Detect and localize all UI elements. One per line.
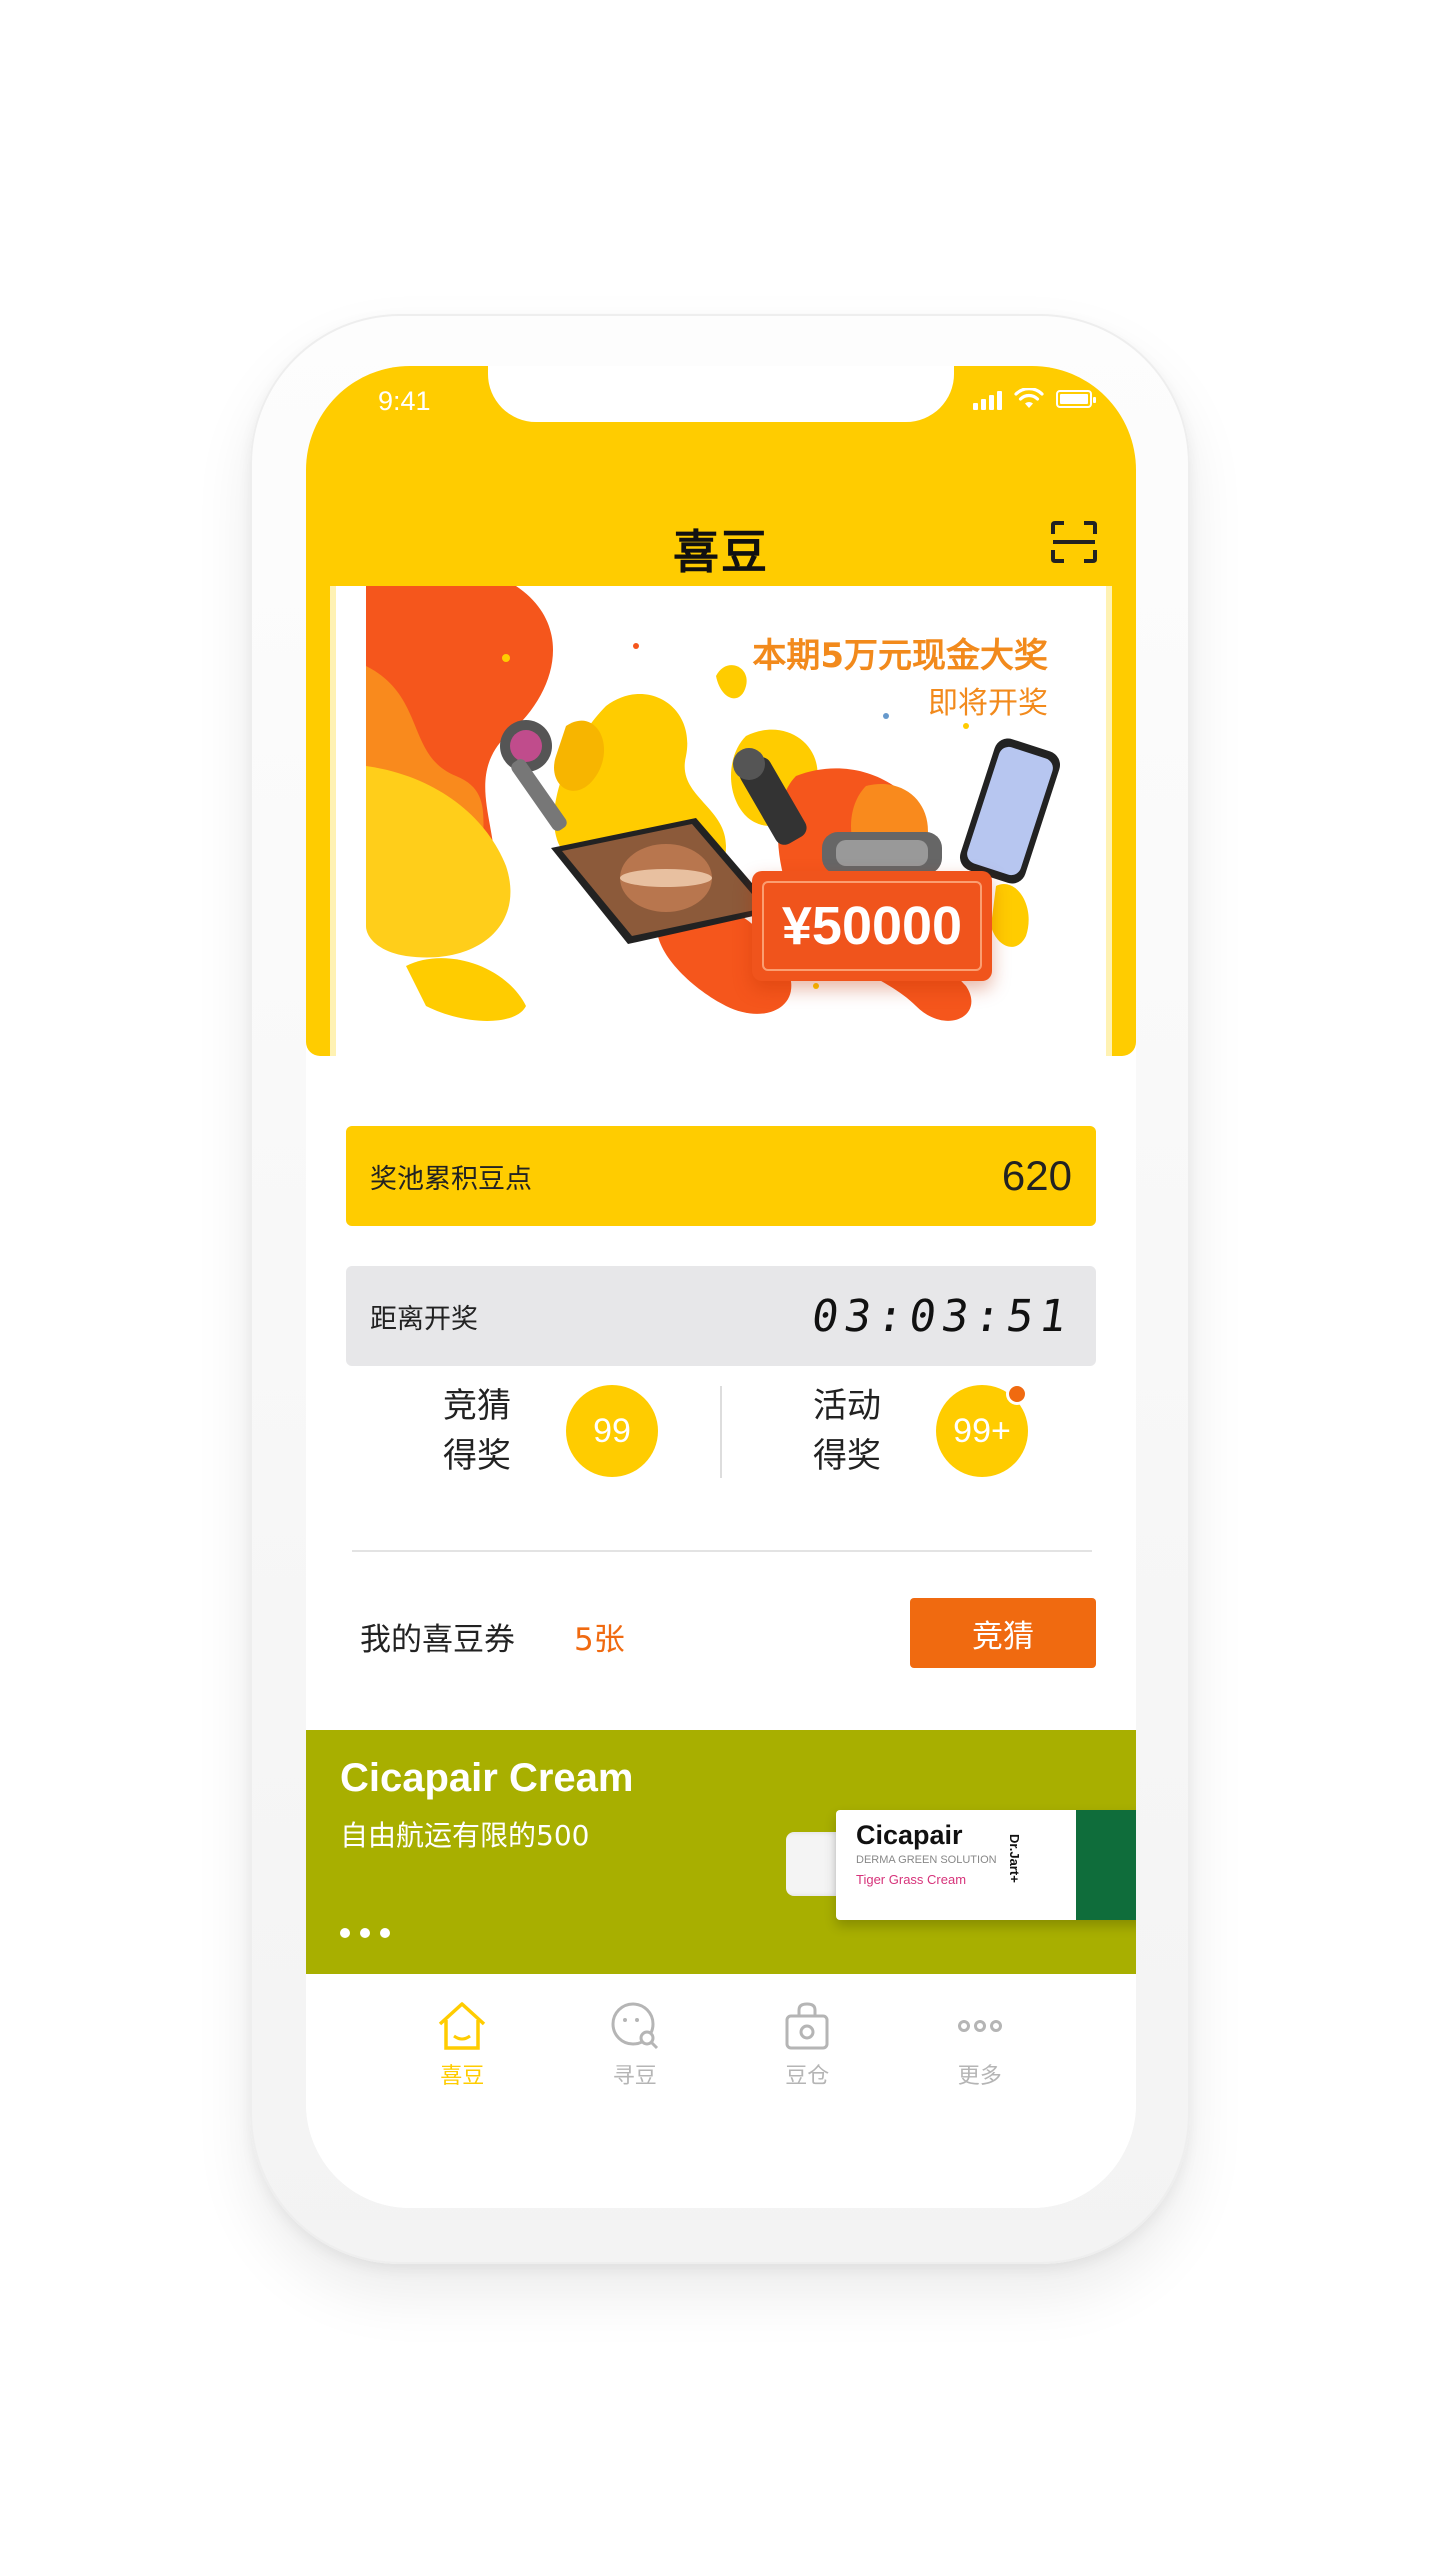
ad-banner[interactable]: Cicapair Cream 自由航运有限的500 Cicapair DERMA…	[306, 1730, 1136, 1974]
activity-prize-stat[interactable]: 活动 得奖 99+	[802, 1376, 1028, 1486]
guess-button[interactable]: 竞猜	[910, 1598, 1096, 1668]
product-line: DERMA GREEN SOLUTION	[856, 1854, 997, 1866]
home-icon	[439, 2002, 486, 2050]
wifi-icon	[1014, 388, 1044, 408]
tab-warehouse[interactable]: 豆仓	[747, 1974, 867, 2104]
product-image: Cicapair DERMA GREEN SOLUTION Tiger Gras…	[786, 1804, 1136, 1924]
countdown-value: 03:03:51	[808, 1290, 1076, 1342]
tab-label: 豆仓	[785, 2064, 830, 2089]
product-maker: Dr.Jart+	[1007, 1834, 1022, 1883]
product-brand: Cicapair	[856, 1820, 963, 1850]
guess-prize-stat[interactable]: 竞猜 得奖 99	[432, 1376, 658, 1486]
section-divider	[352, 1550, 1092, 1552]
notch	[488, 366, 954, 422]
app-screen: 9:41 喜豆 本期5万元现金大奖 即将开奖 ¥50000 奖池累积豆点 620…	[306, 366, 1136, 2208]
ad-subtitle: 自由航运有限的500	[340, 1819, 590, 1852]
guess-prize-count: 99	[566, 1385, 658, 1477]
tab-label: 更多	[957, 2064, 1002, 2089]
tab-label: 寻豆	[612, 2064, 657, 2089]
stat-divider	[720, 1386, 722, 1478]
banner-title: 本期5万元现金大奖	[752, 636, 1048, 676]
more-icon	[957, 2020, 1002, 2032]
scan-icon[interactable]	[1050, 520, 1098, 564]
countdown-card: 距离开奖 03:03:51	[346, 1266, 1096, 1366]
status-icons	[973, 388, 1096, 410]
page-title: 喜豆	[673, 525, 769, 579]
banner-subtitle: 即将开奖	[928, 686, 1048, 721]
header-rail-left	[306, 586, 336, 1056]
pool-label: 奖池累积豆点	[370, 1163, 532, 1195]
tab-discover[interactable]: 寻豆	[575, 1974, 695, 2104]
countdown-label: 距离开奖	[370, 1303, 478, 1335]
prize-badge: ¥50000	[752, 871, 992, 981]
pool-value: 620	[1001, 1152, 1072, 1199]
prize-pool-card: 奖池累积豆点 620	[346, 1126, 1096, 1226]
guess-prize-label: 竞猜 得奖	[443, 1386, 511, 1476]
notification-dot	[1006, 1383, 1028, 1405]
tab-label: 喜豆	[440, 2064, 485, 2089]
coupon-count[interactable]: 5张	[574, 1614, 625, 1659]
activity-prize-count: 99+	[936, 1383, 1028, 1477]
signal-icon	[973, 388, 1002, 410]
ad-title: Cicapair Cream	[340, 1756, 634, 1800]
bottom-safe-area	[306, 2106, 1136, 2208]
search-chat-icon	[611, 2002, 658, 2050]
coupon-label: 我的喜豆券	[360, 1622, 515, 1658]
bag-icon	[785, 2002, 829, 2050]
header-rail-right	[1106, 586, 1136, 1056]
prize-amount: ¥50000	[781, 896, 963, 956]
tab-more[interactable]: 更多	[920, 1974, 1040, 2104]
product-name: Tiger Grass Cream	[856, 1872, 967, 1887]
battery-icon	[1056, 390, 1096, 408]
carousel-indicator[interactable]	[340, 1928, 390, 1938]
tab-home[interactable]: 喜豆	[402, 1974, 522, 2104]
activity-prize-label: 活动 得奖	[813, 1386, 881, 1476]
status-time: 9:41	[378, 386, 431, 416]
tab-bar: 喜豆 寻豆 豆仓 更多	[306, 1974, 1136, 2104]
promo-banner[interactable]: 本期5万元现金大奖 即将开奖 ¥50000	[366, 586, 1076, 1056]
